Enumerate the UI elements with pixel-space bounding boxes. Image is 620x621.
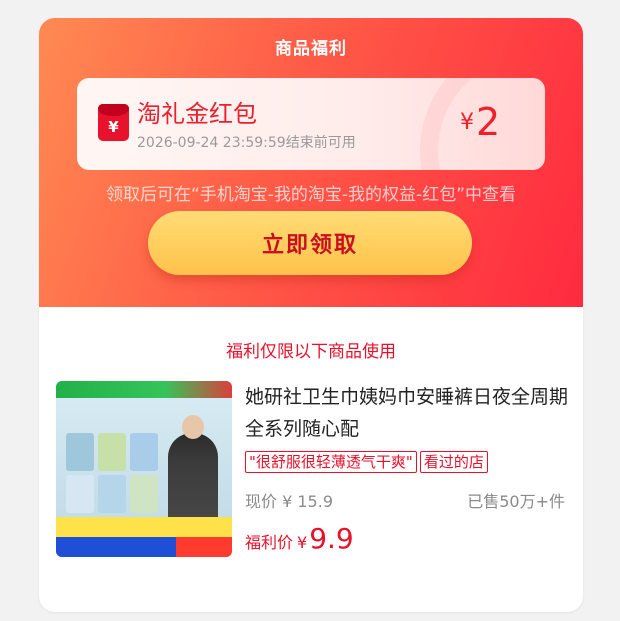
benefit-price: 福利价 ¥9.9	[245, 522, 354, 555]
coupon-header-section: 商品福利 ¥ 淘礼金红包 2026-09-24 23:59:59结束前可用 ¥2…	[39, 18, 583, 307]
thumbnail-pack	[66, 475, 94, 513]
thumbnail-pack	[66, 433, 94, 471]
restriction-notice: 福利仅限以下商品使用	[226, 342, 396, 362]
red-packet-icon: ¥	[98, 104, 129, 141]
coupon-name: 淘礼金红包	[137, 100, 257, 128]
coupon-card: ¥ 淘礼金红包 2026-09-24 23:59:59结束前可用 ¥2	[77, 78, 545, 170]
thumbnail-pack	[98, 433, 126, 471]
benefit-price-label: 福利价	[245, 533, 294, 552]
product-tags: "很舒服很轻薄透气干爽" 看过的店	[245, 451, 491, 473]
coupon-amount-value: 2	[476, 100, 501, 144]
claim-button[interactable]: 立即领取	[148, 211, 472, 275]
coupon-valid-until: 2026-09-24 23:59:59结束前可用	[137, 135, 356, 151]
sold-count: 已售50万+件	[467, 492, 565, 511]
thumbnail-top-strip	[56, 381, 232, 398]
thumbnail-blue-label	[56, 537, 176, 557]
benefit-card: 商品福利 ¥ 淘礼金红包 2026-09-24 23:59:59结束前可用 ¥2…	[39, 18, 583, 612]
current-price-label: 现价	[245, 492, 278, 511]
benefit-price-value: 9.9	[309, 522, 354, 555]
red-packet-icon-symbol: ¥	[108, 118, 119, 136]
coupon-amount: ¥2	[460, 100, 500, 144]
claim-hint: 领取后可在“手机淘宝-我的淘宝-我的权益-红包”中查看	[105, 185, 517, 205]
product-tag-visited: 看过的店	[419, 451, 488, 473]
product-title[interactable]: 她研社卫生巾姨妈巾安睡裤日夜全周期全系列随心配	[245, 381, 569, 445]
thumbnail-yellow-band	[56, 517, 232, 537]
thumbnail-pack	[98, 475, 126, 513]
coupon-currency: ¥	[460, 110, 474, 135]
product-tag-review: "很舒服很轻薄透气干爽"	[245, 451, 417, 473]
page-title: 商品福利	[275, 39, 347, 59]
thumbnail-pack	[130, 475, 158, 513]
thumbnail-red-band	[56, 537, 232, 557]
product-thumbnail[interactable]	[56, 381, 232, 557]
benefit-currency: ¥	[297, 533, 308, 552]
current-price: 现价 ¥ 15.9	[245, 488, 333, 512]
current-price-value: ¥ 15.9	[282, 492, 333, 511]
thumbnail-pack	[130, 433, 158, 471]
